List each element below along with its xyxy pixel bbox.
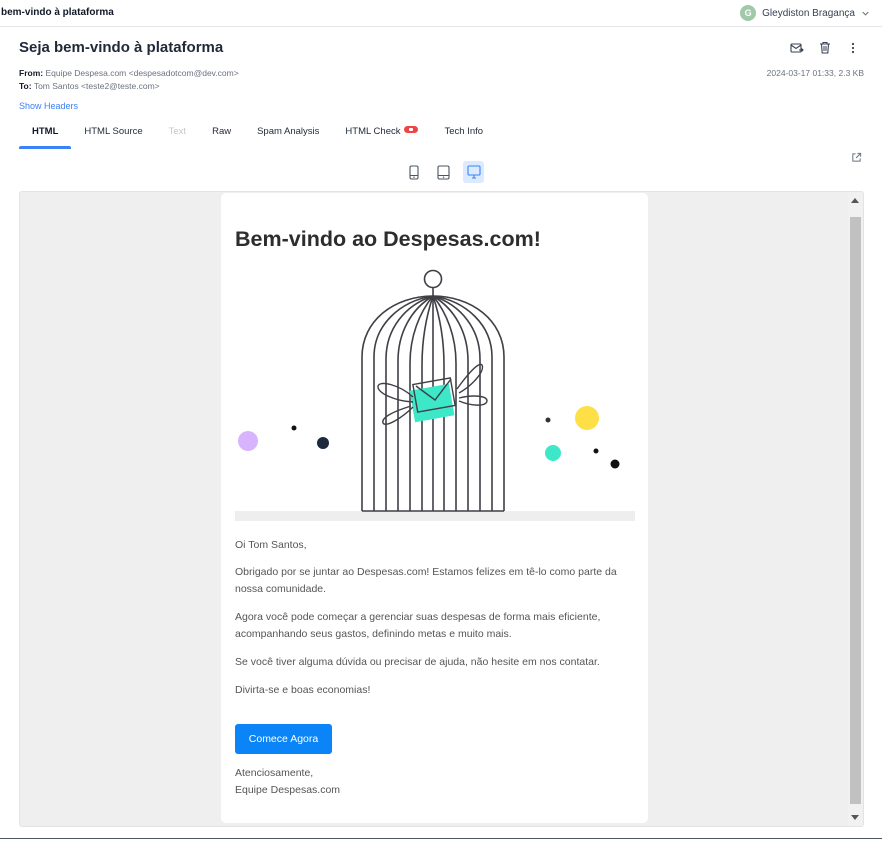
- more-button[interactable]: [845, 40, 860, 55]
- tablet-icon: [437, 164, 450, 180]
- more-vertical-icon: [851, 42, 854, 53]
- tab-html-check[interactable]: HTML Check: [332, 118, 431, 149]
- top-bar: bem-vindo à plataforma G Gleydiston Brag…: [0, 0, 882, 27]
- device-toggle: [403, 161, 484, 183]
- to-line: To: Tom Santos <teste2@teste.com>: [19, 81, 160, 91]
- message-subject: Seja bem-vindo à plataforma: [19, 39, 224, 56]
- avatar: G: [740, 5, 757, 21]
- from-line: From: Equipe Despesa.com <despesadotcom@…: [19, 68, 239, 78]
- tab-html[interactable]: HTML: [19, 118, 72, 149]
- bird-cage-illustration: [235, 269, 635, 521]
- scroll-thumb[interactable]: [850, 217, 861, 804]
- scroll-up-arrow-icon[interactable]: [851, 198, 859, 203]
- desktop-view-button[interactable]: [463, 161, 484, 183]
- email-heading: Bem-vindo ao Despesas.com!: [235, 227, 541, 251]
- phone-view-button[interactable]: [403, 161, 424, 183]
- bottom-divider: [0, 838, 882, 839]
- release-icon: [789, 42, 804, 53]
- trash-icon: [819, 41, 830, 54]
- email-greeting: Oi Tom Santos,: [235, 539, 307, 551]
- email-signoff: Atenciosamente, Equipe Despesas.com: [235, 765, 340, 799]
- email-preview-frame[interactable]: Bem-vindo ao Despesas.com! Oi Tom Santos…: [19, 191, 864, 827]
- message-date-size: 2024-03-17 01:33, 2.3 KB: [766, 68, 864, 78]
- tab-raw[interactable]: Raw: [199, 118, 244, 149]
- user-name: Gleydiston Bragança: [762, 7, 855, 19]
- user-menu[interactable]: G Gleydiston Bragança: [740, 4, 870, 22]
- window-title: bem-vindo à plataforma: [1, 7, 114, 18]
- tab-html-source[interactable]: HTML Source: [71, 118, 155, 149]
- open-external-icon[interactable]: [851, 152, 862, 163]
- signoff-line-2: Equipe Despesas.com: [235, 784, 341, 796]
- scroll-down-arrow-icon[interactable]: [851, 815, 859, 820]
- tablet-view-button[interactable]: [433, 161, 454, 183]
- email-paragraph-3: Se você tiver alguma dúvida ou precisar …: [235, 656, 600, 668]
- to-label: To:: [19, 81, 32, 91]
- email-paragraph-4: Divirta-se e boas economias!: [235, 684, 371, 696]
- tab-text: Text: [168, 126, 187, 137]
- release-button[interactable]: [789, 40, 804, 55]
- chevron-down-icon: [862, 11, 869, 16]
- show-headers-link[interactable]: Show Headers: [19, 101, 78, 111]
- email-paragraph-2: Agora você pode começar a gerenciar suas…: [235, 611, 601, 640]
- signoff-line-1: Atenciosamente,: [235, 767, 314, 779]
- tab-spam-analysis[interactable]: Spam Analysis: [244, 118, 332, 149]
- from-label: From:: [19, 68, 44, 78]
- phone-icon: [408, 164, 419, 180]
- email-body: Bem-vindo ao Despesas.com! Oi Tom Santos…: [221, 193, 648, 823]
- html-check-badge: [404, 126, 419, 133]
- comece-agora-button[interactable]: Comece Agora: [235, 724, 332, 754]
- preview-scrollbar[interactable]: [848, 192, 863, 826]
- to-value: Tom Santos <teste2@teste.com>: [33, 81, 160, 91]
- from-value: Equipe Despesa.com <despesadotcom@dev.co…: [45, 68, 239, 78]
- email-paragraph-1: Obrigado por se juntar ao Despesas.com! …: [235, 566, 617, 595]
- delete-button[interactable]: [817, 40, 832, 55]
- message-actions: [789, 40, 860, 55]
- view-tabs: HTML HTML Source Text Raw Spam Analysis …: [19, 118, 496, 149]
- desktop-icon: [466, 165, 481, 179]
- tab-tech-info[interactable]: Tech Info: [431, 118, 496, 149]
